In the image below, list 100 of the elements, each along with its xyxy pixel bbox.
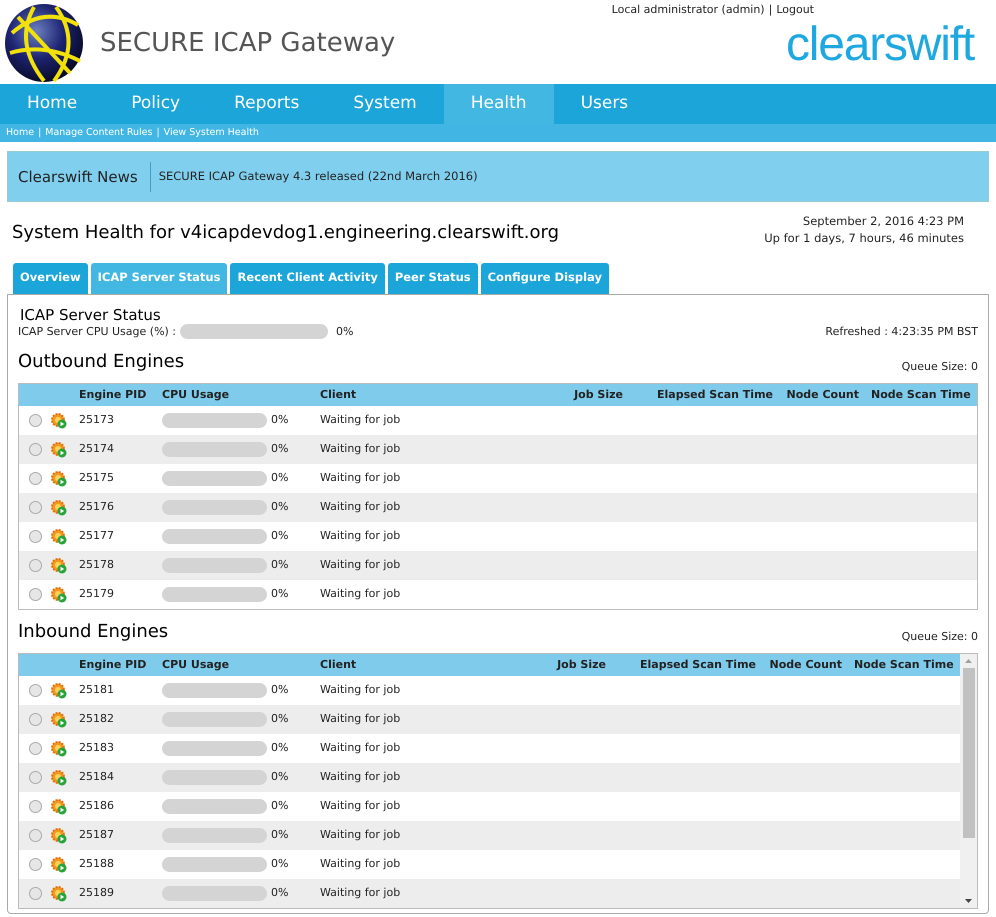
engine-pid: 25181 [79, 683, 114, 696]
radio-button[interactable] [28, 558, 42, 572]
gear-play-icon [51, 798, 67, 814]
gear-play-icon [51, 586, 67, 602]
section-title: Inbound Engines [18, 620, 168, 644]
column-header: Client [320, 658, 356, 671]
nav-tab[interactable]: Users [554, 84, 656, 124]
tab[interactable]: Peer Status [388, 262, 478, 294]
client-status: Waiting for job [320, 799, 400, 812]
queue-size: Queue Size: 0 [902, 628, 978, 644]
radio-button[interactable] [28, 442, 42, 456]
nav-tab[interactable]: System [326, 84, 444, 124]
tab[interactable]: ICAP Server Status [90, 262, 228, 294]
radio-button[interactable] [28, 530, 42, 543]
scroll-down-icon[interactable] [965, 899, 972, 903]
gear-play-icon [51, 528, 67, 544]
tab[interactable]: Overview [13, 262, 88, 294]
radio-button[interactable] [28, 800, 42, 813]
nav-tab[interactable]: Home [0, 84, 104, 124]
cpu-reading: 0% [271, 856, 288, 872]
nav-tab[interactable]: Policy [104, 84, 208, 124]
radio-button[interactable] [28, 414, 42, 427]
breadcrumb-link[interactable]: Manage Content Rules [45, 126, 152, 140]
queue-size: Queue Size: 0 [902, 358, 978, 374]
radio-button[interactable] [28, 742, 42, 755]
column-header: Job Size [574, 388, 623, 401]
column-header: Node Count [770, 658, 842, 671]
breadcrumb-link[interactable]: View System Health [164, 126, 259, 140]
section-title: Outbound Engines [18, 350, 184, 374]
cpu-reading: 0% [271, 769, 288, 786]
column-header: Node Scan Time [871, 388, 971, 401]
page-title: System Health for v4icapdevdog1.engineering.clearswift.org [12, 221, 560, 245]
column-header: Elapsed Scan Time [640, 658, 756, 671]
scrollbar[interactable] [960, 654, 977, 908]
column-header: CPU Usage [162, 658, 230, 671]
gear-play-icon [51, 770, 67, 786]
cpu-reading: 0% [271, 499, 288, 516]
breadcrumb-link[interactable]: Home [6, 126, 34, 140]
logout-link[interactable]: Logout [776, 2, 814, 18]
tab[interactable]: Configure Display [480, 262, 609, 294]
breadcrumb-separator: | [38, 126, 42, 140]
cpu-usage-label: ICAP Server CPU Usage (%) : [18, 324, 176, 340]
engine-pid: 25175 [79, 471, 114, 484]
column-header: Job Size [557, 658, 606, 671]
scroll-up-icon[interactable] [965, 659, 972, 663]
gear-play-icon [51, 500, 67, 516]
client-status: Waiting for job [320, 770, 400, 784]
radio-button[interactable] [28, 500, 42, 514]
gear-play-icon [51, 470, 67, 486]
news-title: Clearswift News [8, 162, 151, 192]
cpu-reading: 0% [271, 885, 288, 902]
client-status: Waiting for job [320, 529, 400, 542]
gear-play-icon [51, 442, 67, 458]
brand-logo: clearswift [786, 18, 974, 70]
engine-pid: 25176 [79, 500, 114, 514]
client-status: Waiting for job [320, 442, 400, 456]
gear-play-icon [51, 682, 67, 698]
client-status: Waiting for job [320, 558, 400, 572]
engine-pid: 25184 [79, 770, 114, 784]
client-status: Waiting for job [320, 741, 400, 754]
cpu-reading: 0% [271, 586, 288, 602]
cpu-reading: 0% [336, 324, 354, 340]
client-status: Waiting for job [320, 471, 400, 484]
product-title: SECURE ICAP Gateway [100, 26, 396, 60]
client-status: Waiting for job [320, 413, 400, 426]
engine-pid: 25186 [79, 799, 114, 812]
radio-button[interactable] [28, 472, 42, 485]
radio-button[interactable] [28, 712, 42, 726]
radio-button[interactable] [28, 770, 42, 784]
engine-pid: 25173 [79, 413, 114, 426]
gear-play-icon [51, 856, 67, 872]
radio-button[interactable] [28, 684, 42, 697]
news-text: SECURE ICAP Gateway 4.3 released (22nd March 2016) [158, 168, 479, 185]
radio-button[interactable] [28, 886, 42, 900]
cpu-reading: 0% [271, 412, 288, 428]
gear-play-icon [51, 558, 67, 574]
nav-tab[interactable]: Health [444, 84, 554, 124]
tab[interactable]: Recent Client Activity [230, 262, 385, 294]
engine-pid: 25177 [79, 529, 114, 542]
client-status: Waiting for job [320, 857, 400, 870]
breadcrumb-separator: | [156, 126, 160, 140]
nav-tab[interactable]: Reports [207, 84, 326, 124]
cpu-reading: 0% [271, 798, 288, 814]
cpu-reading: 0% [271, 682, 288, 698]
engine-pid: 25179 [79, 587, 114, 600]
client-status: Waiting for job [320, 683, 400, 696]
radio-button[interactable] [28, 588, 42, 601]
cpu-reading: 0% [271, 441, 288, 458]
column-header: Node Count [786, 388, 859, 401]
column-header: Engine PID [79, 658, 146, 671]
refreshed-time: Refreshed : 4:23:35 PM BST [825, 324, 978, 340]
cpu-reading: 0% [271, 528, 288, 544]
engine-pid: 25182 [79, 712, 114, 726]
client-status: Waiting for job [320, 886, 400, 900]
cpu-reading: 0% [271, 827, 288, 844]
panel-title: ICAP Server Status [20, 306, 162, 324]
engine-pid: 25183 [79, 741, 114, 754]
radio-button[interactable] [28, 858, 42, 871]
engine-pid: 25188 [79, 857, 114, 870]
radio-button[interactable] [28, 828, 42, 842]
